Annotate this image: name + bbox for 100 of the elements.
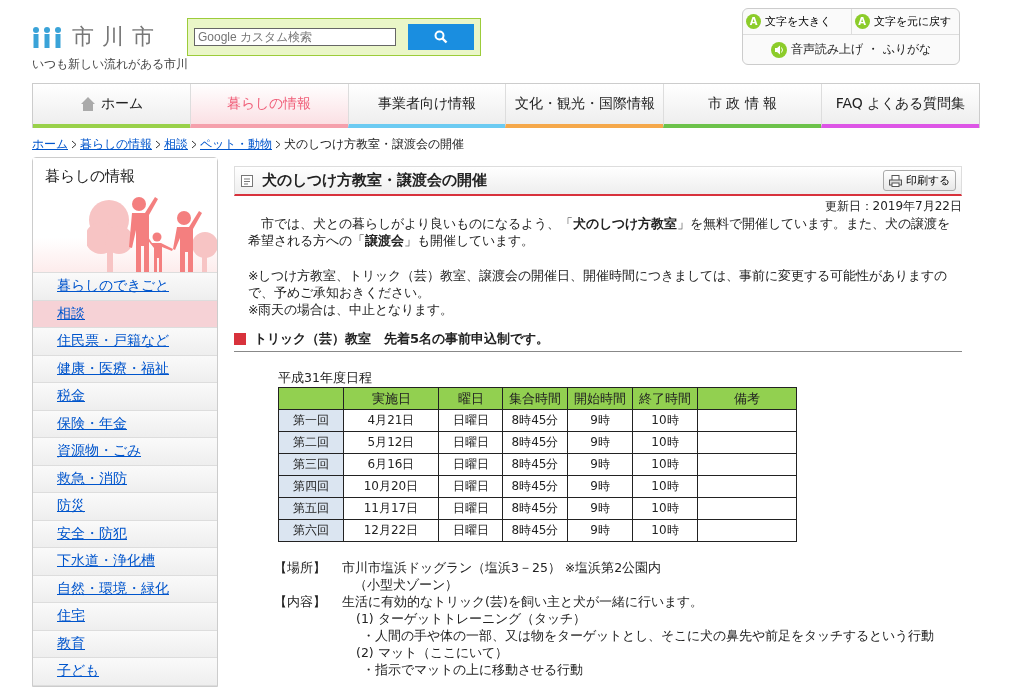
sidebar-item[interactable]: 住民票・戸籍など	[33, 328, 217, 356]
document-icon	[240, 173, 254, 188]
nav-tab[interactable]: 事業者向け情報	[347, 84, 506, 128]
table-cell: 8時45分	[502, 431, 568, 454]
table-header-cell	[278, 387, 344, 410]
sidebar-item[interactable]: 保険・年金	[33, 410, 217, 438]
breadcrumb-link[interactable]: 暮らしの情報	[80, 136, 152, 153]
nav-tab[interactable]: 文化・観光・国際情報	[505, 84, 664, 128]
table-cell: 10時	[632, 475, 698, 498]
breadcrumb-link[interactable]: 相談	[164, 136, 188, 153]
row-label-cell: 第六回	[278, 519, 344, 542]
detail-text: 市川市塩浜ドッグラン（塩浜3－25） ※塩浜第2公園内	[342, 559, 662, 576]
detail-text: （小型犬ゾーン）	[353, 576, 458, 593]
table-cell: 10時	[632, 497, 698, 520]
detail-text: ・指示でマットの上に移動させる行動	[361, 661, 583, 678]
font-size-button[interactable]: A 文字を元に戻す	[850, 9, 959, 34]
detail-text: (2) マット（ここにいて）	[355, 644, 508, 661]
row-label-cell: 第三回	[278, 453, 344, 476]
sidebar-item[interactable]: 健康・医療・福祉	[33, 355, 217, 383]
table-header-cell: 開始時間	[567, 387, 633, 410]
updated-date: 更新日：2019年7月22日	[823, 198, 962, 215]
page-title: 犬のしつけ方教室・譲渡会の開催	[262, 171, 488, 190]
table-cell: 8時45分	[502, 453, 568, 476]
table-header-cell: 備考	[697, 387, 797, 410]
table-cell: 9時	[567, 409, 633, 432]
sidebar-item[interactable]: 住宅	[33, 603, 217, 631]
sidebar-title: 暮らしの情報	[45, 167, 135, 186]
printer-icon	[889, 174, 902, 187]
table-cell: 10時	[632, 519, 698, 542]
table-header-cell: 実施日	[343, 387, 439, 410]
search-icon	[433, 30, 448, 44]
breadcrumb-separator-icon	[275, 140, 281, 149]
sidebar-item[interactable]: 税金	[33, 383, 217, 411]
table-cell: 日曜日	[438, 431, 503, 454]
table-cell: 11月17日	[343, 497, 439, 520]
sidebar-item[interactable]: 救急・消防	[33, 465, 217, 493]
sidebar-item[interactable]: 暮らしのできごと	[33, 273, 217, 301]
table-cell: 10時	[632, 431, 698, 454]
detail-text: ・人間の手や体の一部、又は物をターゲットとし、そこに犬の鼻先や前足をタッチするという行動	[361, 627, 934, 644]
detail-label: 【内容】	[274, 593, 327, 611]
search-button[interactable]	[407, 24, 474, 50]
table-cell: 4月21日	[343, 409, 439, 432]
detail-text: (1) ターゲットトレーニング（タッチ）	[355, 610, 586, 627]
table-cell: 12月22日	[343, 519, 439, 542]
row-label-cell: 第四回	[278, 475, 344, 498]
table-cell: 8時45分	[502, 519, 568, 542]
search-field[interactable]: Google カスタム検索	[194, 28, 396, 46]
table-cell: 日曜日	[438, 519, 503, 542]
table-cell: 日曜日	[438, 409, 503, 432]
row-label-cell: 第二回	[278, 431, 344, 454]
table-cell: 9時	[567, 519, 633, 542]
table-cell: 9時	[567, 453, 633, 476]
nav-tab[interactable]: FAQ よくある質問集	[821, 84, 979, 128]
table-cell: 10時	[632, 409, 698, 432]
breadcrumb-separator-icon	[191, 140, 197, 149]
house-icon	[79, 96, 96, 112]
voice-reading-link[interactable]: 音声読み上げ ・ ふりがな	[791, 41, 931, 58]
table-cell: 10月20日	[343, 475, 439, 498]
sidebar-item[interactable]: 安全・防犯	[33, 520, 217, 548]
breadcrumb-separator-icon	[71, 140, 77, 149]
table-header-cell: 終了時間	[632, 387, 698, 410]
table-cell: 6月16日	[343, 453, 439, 476]
row-label-cell: 第五回	[278, 497, 344, 520]
print-button[interactable]: 印刷する	[883, 170, 956, 191]
sidebar-item[interactable]: 教育	[33, 630, 217, 658]
table-header-cell: 集合時間	[502, 387, 568, 410]
table-cell: 日曜日	[438, 453, 503, 476]
table-cell: 8時45分	[502, 409, 568, 432]
sidebar-item[interactable]: 子ども	[33, 658, 217, 686]
body-paragraph: ※しつけ方教室、トリック（芸）教室、譲渡会の開催日、開催時間につきましては、事前に変更する可能性がありますので、予めご承知おきください。 ※雨天の場合は、中止となります。	[247, 267, 949, 318]
breadcrumb-link[interactable]: ホーム	[32, 136, 68, 153]
section-heading: トリック（芸）教室 先着5名の事前申込制です。	[234, 330, 962, 352]
nav-tab[interactable]: 市 政 情 報	[663, 84, 822, 128]
table-cell: 8時45分	[502, 497, 568, 520]
table-cell: 日曜日	[438, 475, 503, 498]
table-cell: 5月12日	[343, 431, 439, 454]
table-cell: 8時45分	[502, 475, 568, 498]
logo-mark-icon	[32, 26, 62, 48]
table-header-cell: 曜日	[438, 387, 503, 410]
speaker-icon	[771, 41, 788, 58]
sidebar-item[interactable]: 防災	[33, 493, 217, 521]
tagline: いつも新しい流れがある市川	[32, 56, 187, 73]
table-cell: 9時	[567, 431, 633, 454]
table-cell: 10時	[632, 453, 698, 476]
breadcrumb-separator-icon	[155, 140, 161, 149]
table-cell: 9時	[567, 497, 633, 520]
table-cell: 日曜日	[438, 497, 503, 520]
table-caption: 平成31年度日程	[278, 370, 373, 387]
sidebar-item[interactable]: 相談	[33, 300, 217, 328]
detail-label: 【場所】	[274, 559, 327, 577]
font-size-button[interactable]: A 文字を大きく	[743, 9, 851, 34]
table-cell: 9時	[567, 475, 633, 498]
sidebar-item[interactable]: 自然・環境・緑化	[33, 575, 217, 603]
detail-text: 生活に有効的なトリック(芸)を飼い主と犬が一緒に行います。	[342, 593, 703, 610]
sidebar-item[interactable]: 資源物・ごみ	[33, 438, 217, 466]
body-paragraph: 市では、犬との暮らしがより良いものになるよう、「犬のしつけ方教室」を無料で開催しています。また、犬の譲渡を希望される方への「譲渡会」も開催しています。	[247, 215, 951, 249]
sidebar-item[interactable]: 下水道・浄化槽	[33, 548, 217, 576]
logo-text[interactable]: 市川市	[72, 22, 162, 52]
row-label-cell: 第一回	[278, 409, 344, 432]
breadcrumb-link[interactable]: ペット・動物	[200, 136, 272, 153]
